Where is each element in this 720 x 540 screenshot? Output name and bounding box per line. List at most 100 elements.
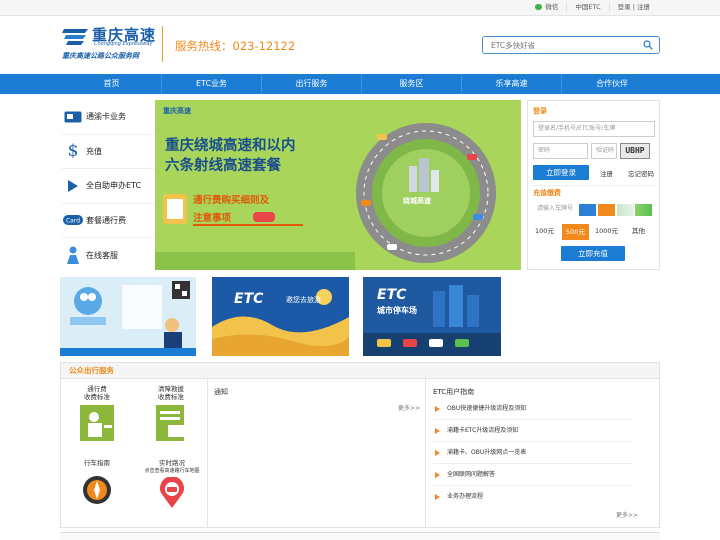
- clipboard-icon: [163, 194, 187, 224]
- captcha-image[interactable]: UBHP: [620, 143, 650, 159]
- search-icon[interactable]: [643, 40, 653, 50]
- menu-item-card[interactable]: 通渝卡业务: [62, 100, 154, 135]
- logo-english: Chongqing Expressway: [94, 41, 153, 47]
- service-line1: 通行费: [87, 385, 107, 393]
- nav-travel[interactable]: 出行服务: [262, 74, 362, 94]
- service-line1: 清障救援: [158, 385, 184, 393]
- plate-color-green-white[interactable]: [617, 204, 634, 216]
- nav-home[interactable]: 首页: [62, 74, 162, 94]
- rescue-document-icon: [156, 405, 186, 441]
- service-line2: 收费标准: [84, 393, 110, 401]
- guide-item[interactable]: 渝籍卡、OBU升级网点一览表: [433, 444, 633, 464]
- menu-item-online-service[interactable]: 在线客服: [62, 238, 154, 273]
- guide-item[interactable]: OBU快速便捷升级流程及须知: [433, 400, 633, 420]
- top-utility-bar: 微信 中国ETC 登录 | 注册: [0, 0, 720, 16]
- card-badge-icon: Card: [62, 215, 84, 226]
- banner-headline-1: 重庆绕城高速和以内: [165, 138, 296, 154]
- china-etc-link[interactable]: 中国ETC: [566, 3, 608, 12]
- guide-title: ETC用户指南: [433, 388, 475, 396]
- service-line2: 收费标准: [158, 393, 184, 401]
- banner-sub-2: 注意事项: [193, 213, 232, 224]
- banner-logo: 重庆高速: [163, 107, 191, 115]
- service-toll-standard[interactable]: 通行费 收费标准: [75, 385, 119, 445]
- card-icon: [62, 111, 84, 123]
- travel-illustration: [212, 277, 349, 356]
- search-input[interactable]: [483, 37, 633, 53]
- account-field[interactable]: 登录名/手机号/ETC账号/车牌: [533, 121, 655, 137]
- amount-1000[interactable]: 1000元: [593, 224, 620, 240]
- nav-service-area[interactable]: 服务区: [362, 74, 462, 94]
- person-icon: [62, 246, 84, 265]
- plate-color-blue[interactable]: [579, 204, 596, 216]
- banner-underline: [193, 224, 303, 226]
- service-live-traffic[interactable]: 实时路况 点击查看高速路行车地图: [137, 459, 207, 511]
- svg-text:Card: Card: [66, 218, 80, 225]
- notice-more-link[interactable]: 更多>>: [398, 403, 420, 412]
- nav-partners[interactable]: 合作伙伴: [562, 74, 662, 94]
- register-link[interactable]: 注册: [637, 3, 650, 11]
- guide-item[interactable]: 全国联网问题解答: [433, 466, 633, 486]
- red-car-icon: [253, 212, 275, 222]
- banner-sub-1: 通行费购买细则及: [193, 195, 270, 206]
- notice-title: 通知: [214, 388, 228, 396]
- guide-item[interactable]: 业务办理流程: [433, 488, 633, 508]
- wechat-link[interactable]: 微信: [527, 3, 566, 12]
- nav-etc[interactable]: ETC业务: [162, 74, 262, 94]
- plate-field[interactable]: 请输入车牌号: [533, 202, 579, 218]
- dollar-icon: $: [67, 141, 79, 162]
- promo-tile-mascot[interactable]: [60, 277, 196, 356]
- wechat-icon: [535, 4, 543, 10]
- menu-item-self-etc[interactable]: 全自助申办ETC: [62, 169, 154, 204]
- service-line2: 点击查看高速路行车地图: [144, 468, 200, 474]
- service-line1: 实时路况: [159, 459, 185, 467]
- menu-label: 充值: [86, 146, 102, 156]
- menu-label: 套餐通行费: [86, 215, 126, 225]
- toll-person-icon: [80, 405, 114, 441]
- header-divider: [162, 26, 163, 62]
- banner-grass: [155, 252, 355, 270]
- login-title: 登录: [533, 107, 547, 115]
- guide-more-link[interactable]: 更多>>: [616, 510, 638, 519]
- promo-tile-parking[interactable]: ETC 城市停车场: [363, 277, 501, 356]
- service-hotline: 服务热线：023-12122: [175, 39, 296, 53]
- menu-label: 全自助申办ETC: [86, 181, 142, 191]
- tile-caption: 邀您去旅游: [286, 296, 321, 304]
- plate-color-green[interactable]: [635, 204, 652, 216]
- menu-item-package[interactable]: Card 套餐通行费: [62, 204, 154, 238]
- password-field[interactable]: 密码: [533, 143, 588, 159]
- menu-label: 在线客服: [86, 250, 118, 260]
- logo-mark-icon: [62, 29, 88, 45]
- guide-item[interactable]: 渝籍卡ETC升级流程及须知: [433, 422, 633, 442]
- amount-500[interactable]: 500元: [562, 224, 589, 240]
- captcha-field[interactable]: 验证码: [591, 143, 617, 159]
- tile-etc-logo: ETC: [377, 287, 407, 303]
- login-button[interactable]: 立即登录: [533, 165, 589, 180]
- amount-100[interactable]: 100元: [531, 224, 558, 240]
- column-divider: [425, 379, 426, 528]
- recharge-title: 充值缴费: [533, 189, 561, 197]
- nav-enjoy[interactable]: 乐享高速: [462, 74, 562, 94]
- section-title: 公众出行服务: [61, 363, 659, 379]
- menu-item-recharge[interactable]: $ 充值: [62, 135, 154, 169]
- ring-road-label: 绕城高速: [403, 197, 431, 205]
- amount-other[interactable]: 其他: [625, 224, 652, 240]
- recharge-button[interactable]: 立即充值: [561, 246, 625, 261]
- site-logo[interactable]: 重庆高速 Chongqing Expressway 重庆高速公路公众服务网: [62, 22, 162, 64]
- tile-caption: 城市停车场: [377, 306, 417, 315]
- login-recharge-panel: 登录 登录名/手机号/ETC账号/车牌 密码 验证码 UBHP 立即登录 注册 …: [527, 100, 660, 270]
- tile-etc-logo: ETC: [234, 291, 264, 307]
- plate-color-yellow[interactable]: [598, 204, 615, 216]
- service-driving-guide[interactable]: 行车指南: [75, 459, 119, 507]
- service-rescue-standard[interactable]: 清障救援 收费标准: [149, 385, 193, 445]
- register-link[interactable]: 注册: [600, 168, 613, 178]
- column-divider: [207, 379, 208, 528]
- menu-label: 通渝卡业务: [86, 112, 126, 122]
- hero-banner[interactable]: 重庆高速 重庆绕城高速和以内 六条射线高速套餐 通行费购买细则及 注意事项 绕城…: [155, 100, 521, 270]
- left-menu: 通渝卡业务 $ 充值 全自助申办ETC Card 套餐通行费 在线客服: [62, 100, 154, 273]
- top-links: 微信 中国ETC 登录 | 注册: [527, 3, 658, 12]
- promo-tile-travel[interactable]: ETC 邀您去旅游: [212, 277, 349, 356]
- forgot-password-link[interactable]: 忘记密码: [628, 168, 654, 178]
- search-box: [482, 36, 660, 54]
- login-link[interactable]: 登录: [618, 3, 631, 11]
- main-nav: 首页 ETC业务 出行服务 服务区 乐享高速 合作伙伴: [0, 74, 720, 94]
